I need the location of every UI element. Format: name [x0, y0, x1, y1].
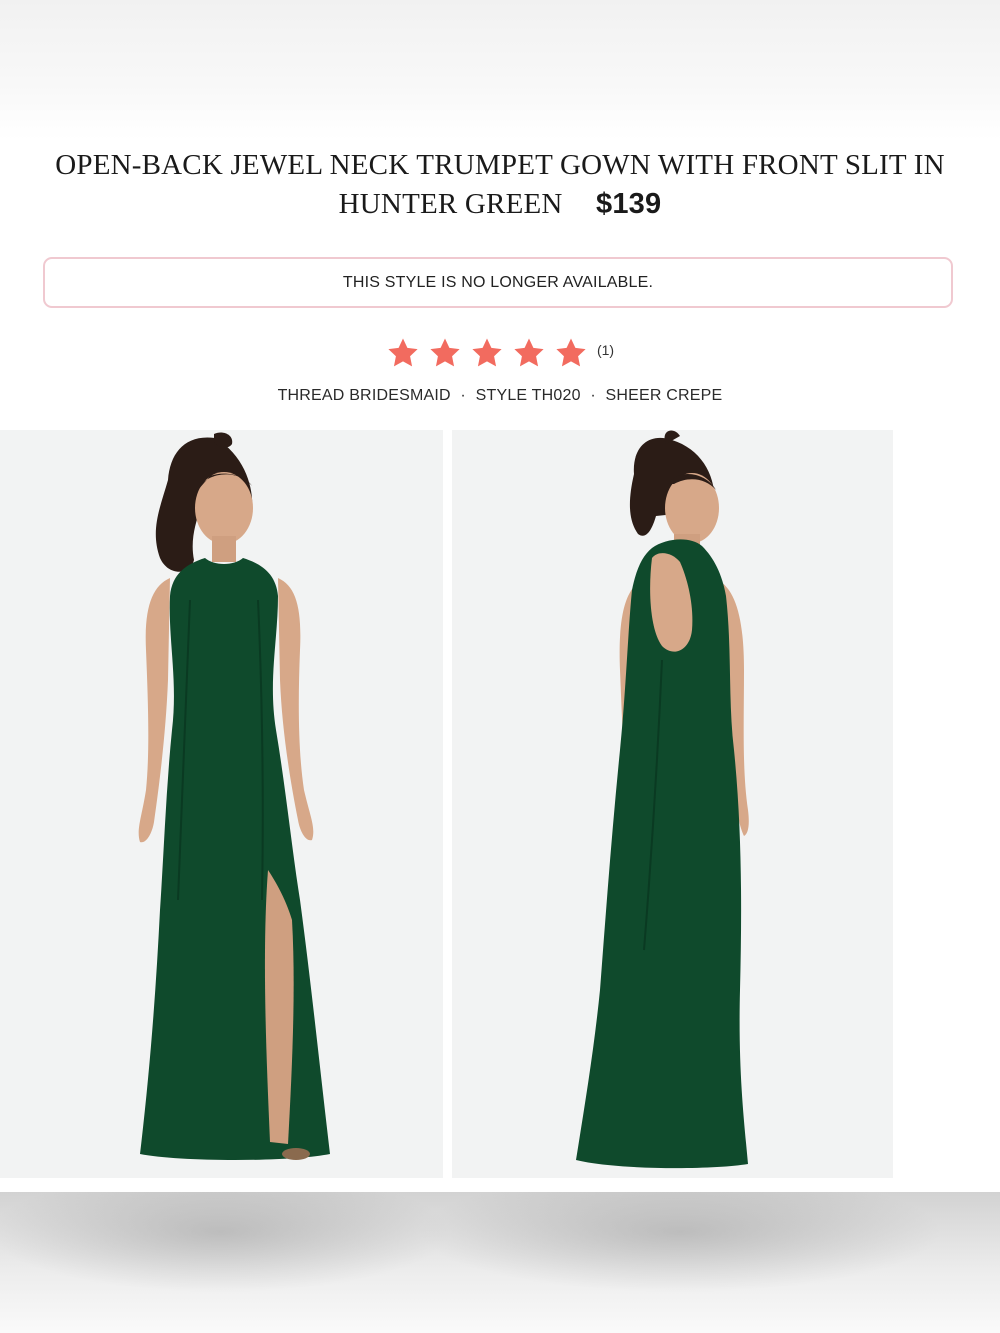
top-banner-fade	[0, 0, 1000, 140]
front-view-illustration	[138, 432, 330, 1160]
product-page: OPEN-BACK JEWEL NECK TRUMPET GOWN WITH F…	[0, 0, 1000, 1333]
fabric-name: SHEER CREPE	[605, 387, 723, 404]
product-image-front[interactable]	[0, 430, 443, 1178]
product-details: THREAD BRIDESMAID · STYLE TH020 · SHEER …	[0, 387, 1000, 405]
star-icon	[556, 338, 586, 367]
star-rating	[386, 336, 588, 370]
review-count[interactable]: (1)	[597, 342, 614, 358]
product-price: $139	[596, 188, 662, 220]
star-icon	[472, 338, 502, 367]
star-icon	[430, 338, 460, 367]
rating-row[interactable]: (1)	[0, 336, 1000, 370]
separator: ·	[460, 387, 466, 404]
style-number: STYLE TH020	[475, 387, 581, 404]
product-image-back[interactable]	[452, 430, 893, 1178]
brand-name[interactable]: THREAD BRIDESMAID	[278, 387, 451, 404]
star-icon	[514, 338, 544, 367]
back-view-illustration	[576, 430, 749, 1169]
product-title: OPEN-BACK JEWEL NECK TRUMPET GOWN WITH F…	[55, 149, 945, 220]
availability-notice: THIS STYLE IS NO LONGER AVAILABLE.	[43, 257, 953, 308]
bottom-shadow-fade	[0, 1192, 1000, 1333]
separator: ·	[590, 387, 596, 404]
product-title-block: OPEN-BACK JEWEL NECK TRUMPET GOWN WITH F…	[20, 146, 980, 224]
availability-message: THIS STYLE IS NO LONGER AVAILABLE.	[342, 273, 654, 291]
star-icon	[388, 338, 418, 367]
